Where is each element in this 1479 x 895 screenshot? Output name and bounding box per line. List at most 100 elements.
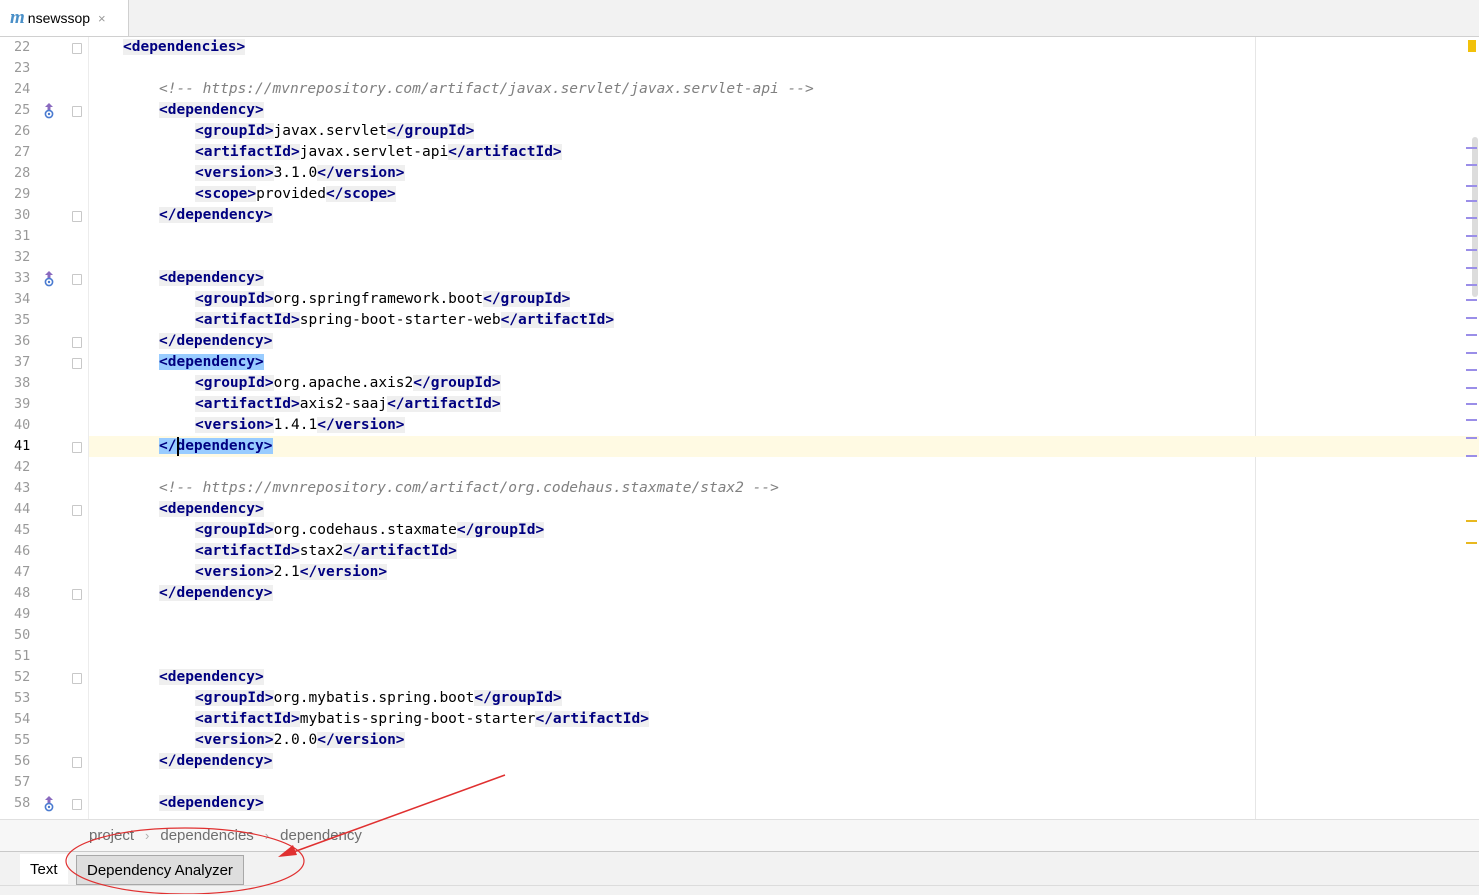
change-marker[interactable] [1466,147,1477,149]
code-line[interactable]: <version>1.4.1</version> [89,415,1479,436]
code-line[interactable]: <dependency> [89,667,1479,688]
code-line[interactable]: <dependencies> [89,37,1479,58]
fold-marker-icon[interactable] [72,673,82,684]
change-marker[interactable] [1466,185,1477,187]
maven-dependency-gutter-icon[interactable] [42,102,56,119]
code-line[interactable]: </dependency> [89,331,1479,352]
maven-dependency-gutter-icon[interactable] [42,270,56,287]
close-icon[interactable]: × [98,11,106,26]
fold-marker-icon[interactable] [72,211,82,222]
fold-marker-icon[interactable] [72,589,82,600]
code-line[interactable]: <groupId>javax.servlet</groupId> [89,121,1479,142]
code-line[interactable] [89,772,1479,793]
change-marker[interactable] [1466,200,1477,202]
code-line[interactable] [89,604,1479,625]
change-marker[interactable] [1466,403,1477,405]
change-marker[interactable] [1466,164,1477,166]
code-line[interactable]: <artifactId>spring-boot-starter-web</art… [89,310,1479,331]
code-line[interactable]: <groupId>org.springframework.boot</group… [89,289,1479,310]
change-marker[interactable] [1466,249,1477,251]
breadcrumb-item-dependency[interactable]: dependency [280,827,362,844]
code-line[interactable]: <groupId>org.apache.axis2</groupId> [89,373,1479,394]
code-text: <artifactId>spring-boot-starter-web</art… [195,310,615,331]
xml-tag: <dependency> [159,501,264,517]
code-line[interactable]: </dependency> [89,751,1479,772]
code-line[interactable]: <dependency> [89,100,1479,121]
code-line[interactable] [89,58,1479,79]
code-area[interactable]: <dependencies> <!-- https://mvnrepository… [89,37,1479,819]
change-marker[interactable] [1466,299,1477,301]
gutter-line: 23 [0,58,88,79]
code-line[interactable]: </dependency> [89,436,1479,457]
change-marker[interactable] [1466,317,1477,319]
change-marker[interactable] [1466,235,1477,237]
code-line[interactable]: <scope>provided</scope> [89,184,1479,205]
change-marker[interactable] [1466,369,1477,371]
breadcrumb-item-dependencies[interactable]: dependencies [160,827,253,844]
change-marker[interactable] [1466,267,1477,269]
line-number: 45 [14,522,31,538]
change-marker[interactable] [1466,334,1477,336]
code-text: <dependency> [159,793,264,814]
code-text: <version>2.0.0</version> [195,730,405,751]
code-line[interactable]: </dependency> [89,205,1479,226]
code-line[interactable]: <!-- https://mvnrepository.com/artifact/… [89,478,1479,499]
code-line[interactable]: <dependency> [89,352,1479,373]
fold-marker-icon[interactable] [72,106,82,117]
gutter-line: 58 [0,793,88,814]
gutter-line: 42 [0,457,88,478]
tab-dependency-analyzer[interactable]: Dependency Analyzer [76,855,244,885]
code-line[interactable] [89,457,1479,478]
change-marker[interactable] [1466,542,1477,544]
error-stripe[interactable] [1465,37,1479,819]
tab-text[interactable]: Text [20,854,68,884]
change-marker[interactable] [1466,284,1477,286]
change-marker[interactable] [1466,217,1477,219]
fold-marker-icon[interactable] [72,337,82,348]
code-line[interactable]: <dependency> [89,499,1479,520]
code-line[interactable] [89,625,1479,646]
code-line[interactable]: <version>2.1</version> [89,562,1479,583]
change-marker[interactable] [1466,352,1477,354]
code-line[interactable]: <artifactId>stax2</artifactId> [89,541,1479,562]
xml-tag: </version> [317,417,405,433]
code-line[interactable]: <version>3.1.0</version> [89,163,1479,184]
change-marker[interactable] [1466,455,1477,457]
code-line[interactable]: </dependency> [89,583,1479,604]
code-line[interactable]: <version>2.0.0</version> [89,730,1479,751]
code-editor[interactable]: 22 23 24 25 26 27 28 29 30 31 32 33 34 35 36 37 38 39 40 41… [0,37,1479,819]
code-line[interactable]: <!-- https://mvnrepository.com/artifact/… [89,79,1479,100]
code-line[interactable] [89,226,1479,247]
fold-marker-icon[interactable] [72,442,82,453]
fold-marker-icon[interactable] [72,799,82,810]
change-marker[interactable] [1466,419,1477,421]
code-line[interactable]: <dependency> [89,793,1479,814]
line-number: 49 [14,606,31,622]
code-line[interactable]: <artifactId>axis2-saaj</artifactId> [89,394,1479,415]
gutter-line: 41 [0,436,88,457]
maven-dependency-gutter-icon[interactable] [42,795,56,812]
code-line[interactable]: <groupId>org.mybatis.spring.boot</groupI… [89,688,1479,709]
warning-indicator-icon[interactable] [1468,40,1476,52]
change-marker[interactable] [1466,520,1477,522]
file-tab-nsewssop[interactable]: m nsewssop × [0,0,129,36]
code-line[interactable]: <dependency> [89,268,1479,289]
xml-tag: <groupId> [195,291,274,307]
gutter-line: 39 [0,394,88,415]
code-line[interactable]: <artifactId>javax.servlet-api</artifactI… [89,142,1479,163]
code-line[interactable] [89,646,1479,667]
change-marker[interactable] [1466,437,1477,439]
fold-marker-icon[interactable] [72,757,82,768]
fold-marker-icon[interactable] [72,274,82,285]
code-line[interactable]: <artifactId>mybatis-spring-boot-starter<… [89,709,1479,730]
code-line[interactable]: <groupId>org.codehaus.staxmate</groupId> [89,520,1479,541]
fold-marker-icon[interactable] [72,358,82,369]
code-text: <version>1.4.1</version> [195,415,405,436]
code-text: <version>2.1</version> [195,562,388,583]
breadcrumb-item-project[interactable]: project [89,827,134,844]
fold-marker-icon[interactable] [72,43,82,54]
change-marker[interactable] [1466,387,1477,389]
fold-marker-icon[interactable] [72,505,82,516]
line-number: 58 [14,795,31,811]
code-line[interactable] [89,247,1479,268]
